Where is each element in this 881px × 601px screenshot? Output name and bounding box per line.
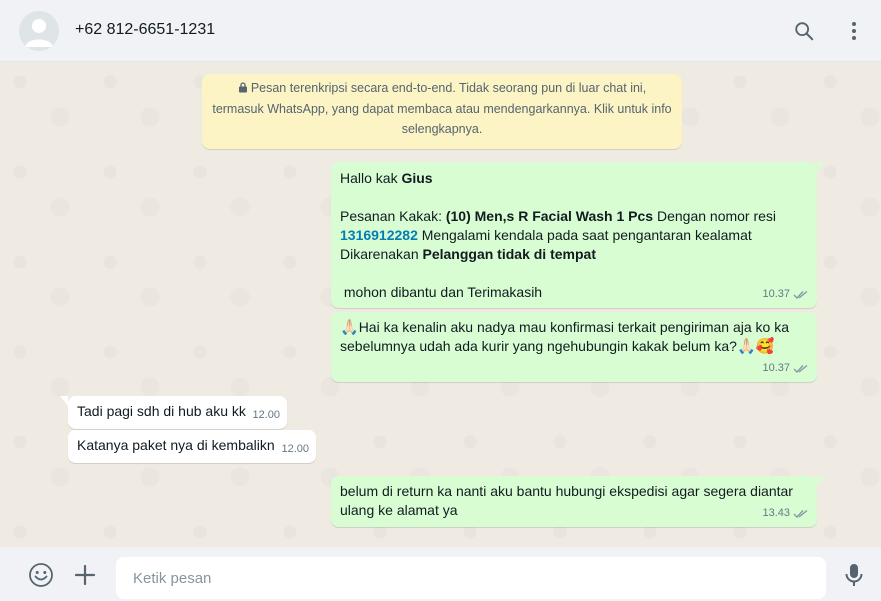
emoji-icon[interactable]: [28, 562, 54, 588]
message-meta: 12.00: [281, 440, 309, 459]
message-text: 🙏🏻Hai ka kenalin aku nadya mau konfirmas…: [340, 318, 808, 356]
contact-name[interactable]: +62 812-6651-1231: [75, 21, 215, 39]
message-text: Tadi pagi sdh di hub aku kk: [77, 403, 246, 419]
message-bubble-outgoing[interactable]: 🙏🏻Hai ka kenalin aku nadya mau konfirmas…: [331, 312, 817, 382]
message-text: Katanya paket nya di kembalikn: [77, 437, 275, 453]
message-bubble-incoming[interactable]: Katanya paket nya di kembalikn 12.00: [68, 430, 316, 463]
encryption-notice[interactable]: Pesan terenkripsi secara end-to-end. Tid…: [202, 74, 682, 149]
order-suffix: Mengalami kendala pada saat pengantaran …: [417, 227, 752, 243]
chat-messages-area[interactable]: Pesan terenkripsi secara end-to-end. Tid…: [0, 62, 881, 547]
encryption-notice-line1: Pesan terenkripsi secara end-to-end. Tid…: [250, 81, 647, 95]
order-line: Pesanan Kakak: (10) Men,s R Facial Wash …: [340, 207, 808, 226]
default-avatar-icon: [19, 11, 59, 51]
reason-text: Pelanggan tidak di tempat: [422, 246, 596, 262]
message-time: 12.00: [281, 443, 309, 455]
message-input[interactable]: [116, 557, 826, 599]
reason-prefix: Dikarenakan: [340, 246, 423, 262]
message-meta: 12.00: [252, 406, 280, 425]
contact-avatar[interactable]: [19, 11, 59, 51]
order-mid: Dengan nomor resi: [653, 208, 777, 224]
tracking-line: 1316912282 Mengalami kendala pada saat p…: [340, 226, 808, 245]
encryption-notice-line3: selengkapnya.: [401, 122, 483, 136]
message-time: 13.43: [762, 507, 790, 519]
order-item: (10) Men,s R Facial Wash 1 Pcs: [445, 208, 654, 224]
greeting-prefix: Hallo kak: [340, 170, 402, 186]
customer-name: Gius: [401, 170, 433, 186]
lock-icon: [238, 79, 248, 99]
pray-emoji: 🙏🏻: [340, 318, 359, 336]
message-time: 12.00: [252, 409, 280, 421]
encryption-notice-line2: termasuk WhatsApp, yang dapat membaca at…: [212, 102, 672, 116]
message-text: Hallo kak Gius: [340, 168, 808, 188]
attach-plus-icon[interactable]: [72, 562, 98, 588]
message-meta: 13.43: [762, 504, 809, 523]
message-text: belum di return ka nanti aku bantu hubun…: [340, 483, 793, 518]
message-meta: 10.37: [762, 359, 809, 378]
closing-text: mohon dibantu dan Terimakasih: [340, 284, 543, 300]
search-icon[interactable]: [792, 19, 816, 43]
chat-header: +62 812-6651-1231: [0, 0, 881, 62]
pray-smile-emoji: 🙏🏻🥰: [736, 337, 775, 355]
double-check-icon: [793, 509, 808, 518]
double-check-icon: [793, 364, 808, 373]
message-body: Hai ka kenalin aku nadya mau konfirmasi …: [340, 319, 790, 354]
order-prefix: Pesanan Kakak:: [340, 208, 446, 224]
message-composer: [0, 547, 881, 601]
reason-line: Dikarenakan Pelanggan tidak di tempat: [340, 245, 808, 264]
message-bubble-incoming[interactable]: Tadi pagi sdh di hub aku kk 12.00: [60, 396, 287, 429]
menu-icon[interactable]: [842, 19, 866, 43]
message-time: 10.37: [762, 288, 790, 300]
microphone-icon[interactable]: [841, 562, 867, 588]
message-bubble-outgoing[interactable]: belum di return ka nanti aku bantu hubun…: [331, 476, 825, 527]
double-check-icon: [793, 290, 808, 299]
tracking-number-link[interactable]: 1316912282: [340, 227, 418, 243]
message-meta: 10.37: [762, 285, 809, 304]
message-bubble-outgoing[interactable]: Hallo kak Gius Pesanan Kakak: (10) Men,s…: [331, 162, 825, 308]
message-time: 10.37: [762, 362, 790, 374]
